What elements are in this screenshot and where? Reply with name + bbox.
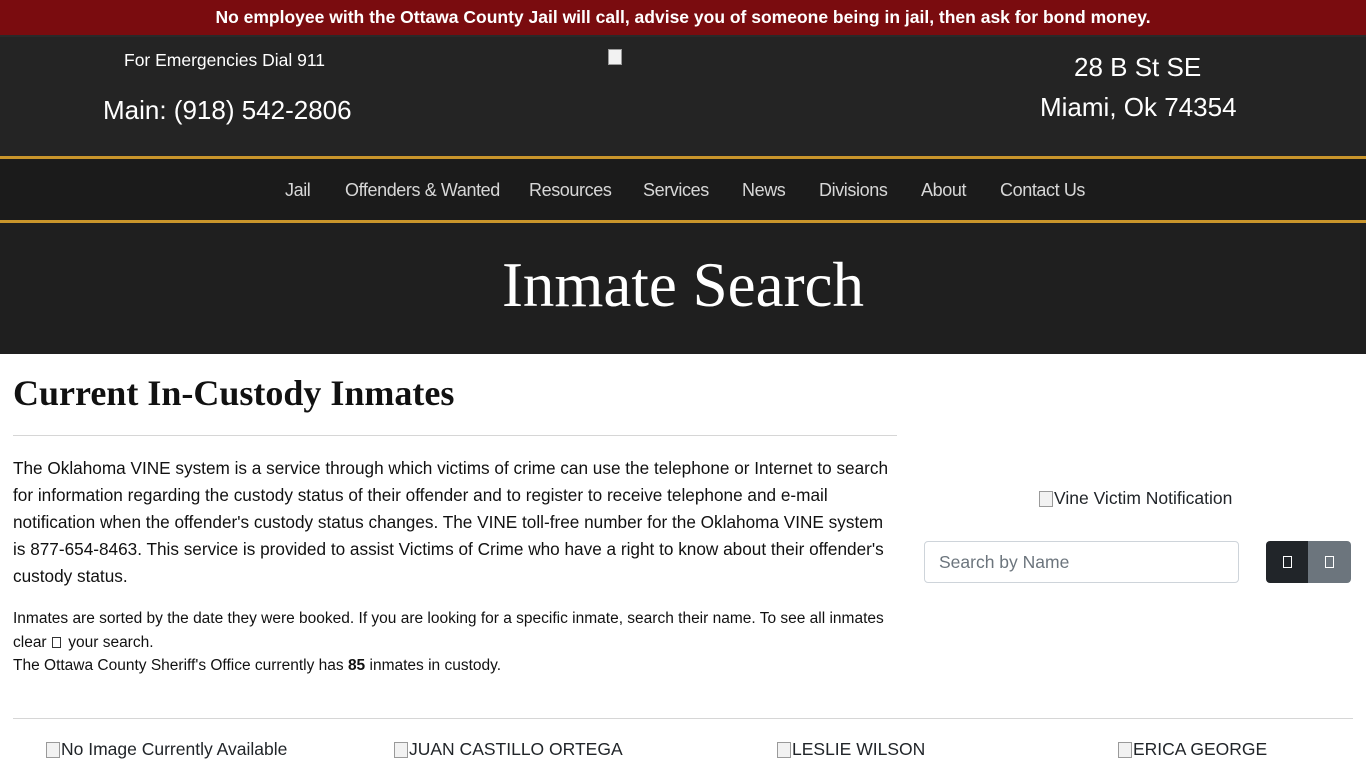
page-title: Inmate Search — [501, 250, 865, 320]
inmate-card[interactable]: LESLIE WILSON — [777, 739, 925, 760]
vine-notification-image[interactable]: Vine Victim Notification — [1039, 488, 1232, 509]
broken-image-icon — [46, 741, 60, 758]
inmate-card[interactable]: No Image Currently Available — [46, 739, 287, 760]
broken-image-icon — [1118, 741, 1132, 758]
section-title: Current In-Custody Inmates — [13, 373, 455, 413]
nav-item-resources[interactable]: Resources — [529, 180, 612, 201]
inmate-image-alt: No Image Currently Available — [61, 739, 288, 759]
address-line2: Miami, Ok 74354 — [1040, 92, 1237, 122]
inmate-card[interactable]: JUAN CASTILLO ORTEGA — [394, 739, 623, 760]
nav-item-about[interactable]: About — [921, 180, 966, 201]
top-header: For Emergencies Dial 911 Main: (918) 542… — [0, 37, 1366, 156]
divider — [13, 718, 1353, 719]
count-prefix: The Ottawa County Sheriff's Office curre… — [13, 657, 344, 674]
inmate-count: 85 — [347, 657, 366, 674]
broken-image-icon — [777, 741, 791, 758]
alert-banner: No employee with the Ottawa County Jail … — [0, 0, 1366, 37]
vine-description: The Oklahoma VINE system is a service th… — [13, 458, 889, 586]
clear-icon — [51, 636, 61, 648]
broken-image-icon — [1039, 490, 1053, 507]
nav-item-offenders-wanted[interactable]: Offenders & Wanted — [345, 180, 500, 201]
inmate-image-alt: JUAN CASTILLO ORTEGA — [409, 739, 623, 759]
nav-item-contact-us[interactable]: Contact Us — [1000, 180, 1085, 201]
search-instructions: Inmates are sorted by the date they were… — [13, 607, 897, 678]
address-line1: 28 B St SE — [1074, 52, 1202, 82]
inmate-image-alt: LESLIE WILSON — [792, 739, 926, 759]
search-button[interactable] — [1266, 541, 1308, 583]
count-suffix: inmates in custody. — [369, 657, 502, 674]
nav-item-news[interactable]: News — [742, 180, 786, 201]
main-phone[interactable]: Main: (918) 542-2806 — [103, 95, 352, 126]
clear-button[interactable] — [1308, 541, 1351, 583]
main-nav: Jail Offenders & Wanted Resources Servic… — [0, 156, 1366, 223]
inmate-image-alt: ERICA GEORGE — [1133, 739, 1268, 759]
search-button-group — [1266, 541, 1351, 583]
nav-item-jail[interactable]: Jail — [285, 180, 311, 201]
nav-item-divisions[interactable]: Divisions — [819, 180, 888, 201]
hero-banner: Inmate Search — [0, 223, 1366, 354]
nav-item-services[interactable]: Services — [643, 180, 709, 201]
logo-image[interactable] — [608, 49, 622, 65]
broken-image-icon — [394, 741, 408, 758]
sort-note-end: your search. — [68, 633, 154, 651]
vine-image-alt: Vine Victim Notification — [1054, 488, 1233, 508]
search-input[interactable] — [924, 541, 1239, 583]
inmate-card[interactable]: ERICA GEORGE — [1118, 739, 1267, 760]
clear-icon — [1325, 556, 1334, 568]
alert-text: No employee with the Ottawa County Jail … — [215, 7, 1151, 27]
emergency-text: For Emergencies Dial 911 — [124, 50, 326, 70]
divider — [13, 435, 897, 436]
search-icon — [1282, 556, 1292, 568]
